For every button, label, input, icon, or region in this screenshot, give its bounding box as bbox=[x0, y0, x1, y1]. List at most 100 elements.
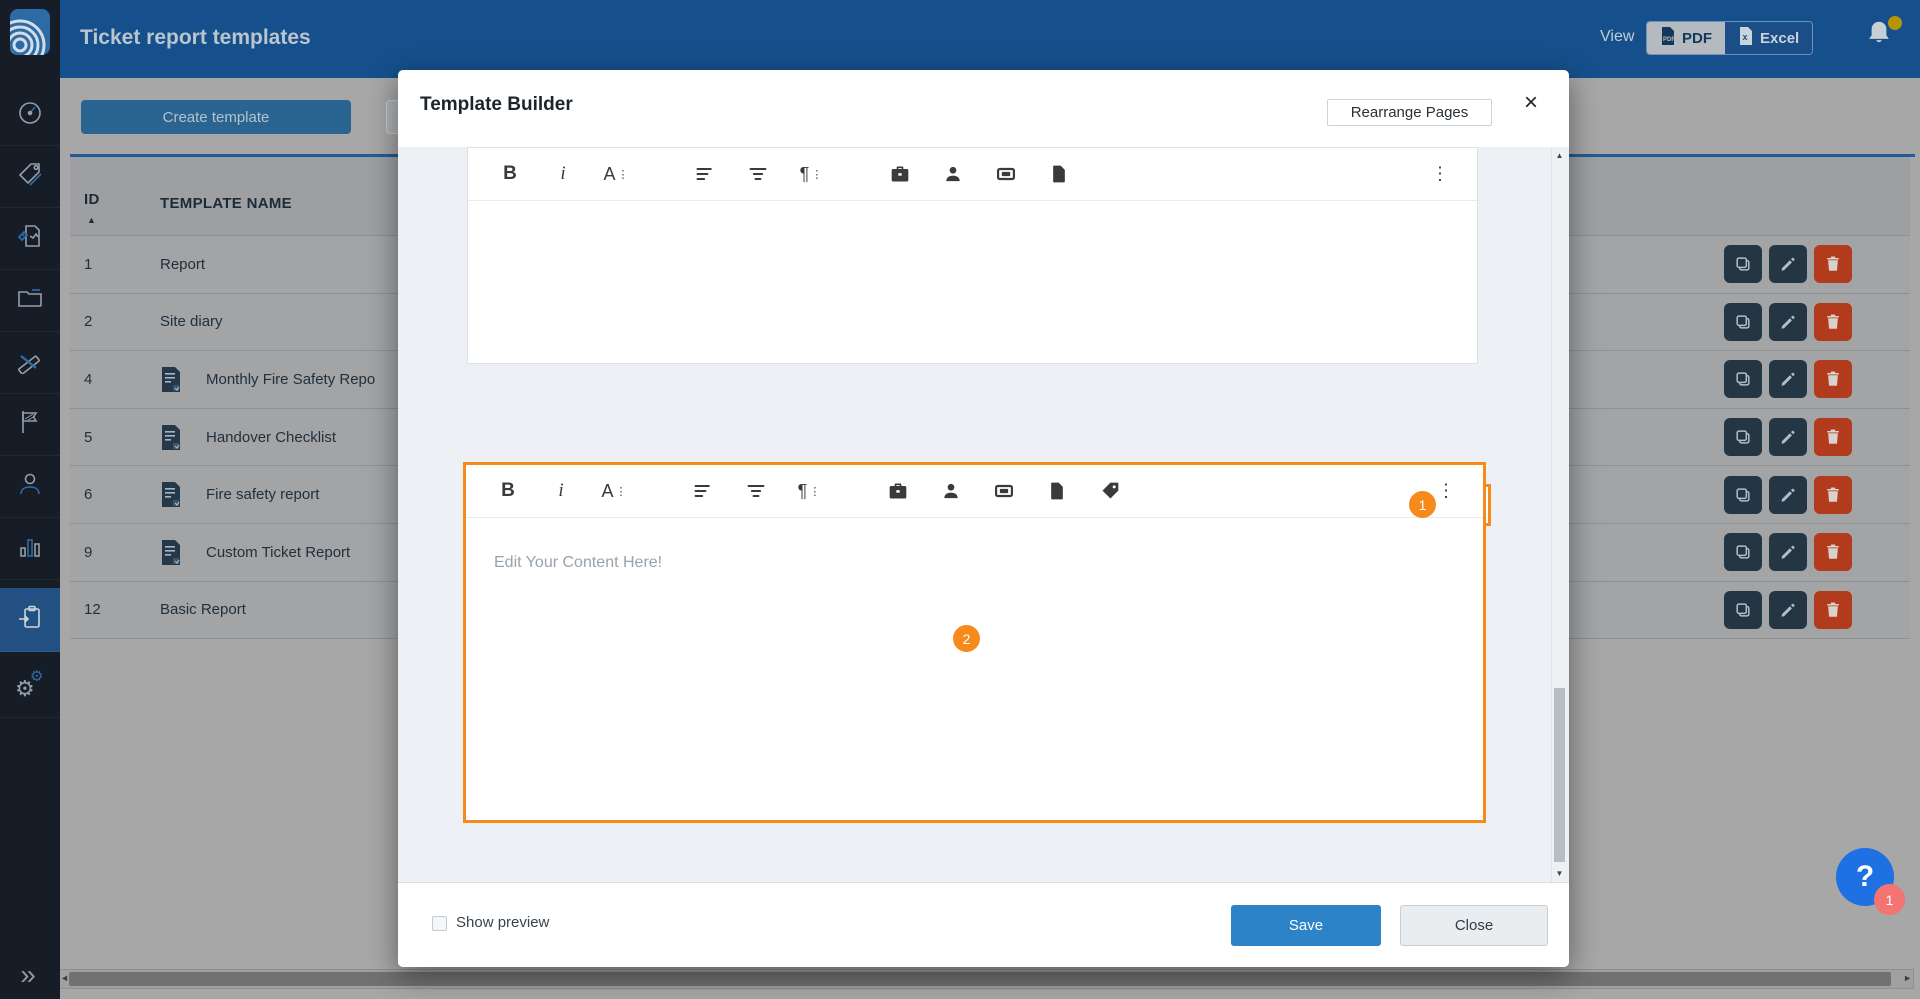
scroll-right-arrow-icon[interactable]: ► bbox=[1903, 973, 1912, 983]
row-template-name: Handover Checklist bbox=[206, 429, 336, 446]
align-left-icon[interactable] bbox=[693, 480, 713, 502]
edit-button[interactable] bbox=[1769, 476, 1807, 514]
row-actions bbox=[1724, 533, 1852, 571]
report-doc-icon bbox=[160, 539, 182, 566]
view-excel-button[interactable]: x Excel bbox=[1725, 22, 1812, 54]
notifications-bell[interactable] bbox=[1864, 18, 1900, 56]
user-field-icon[interactable] bbox=[941, 480, 961, 502]
work-items-icon[interactable] bbox=[890, 163, 910, 185]
edit-button[interactable] bbox=[1769, 245, 1807, 283]
svg-text:x: x bbox=[1743, 32, 1748, 42]
horizontal-scrollbar[interactable]: ◄ ► bbox=[58, 969, 1914, 989]
view-pdf-button[interactable]: PDF PDF bbox=[1647, 22, 1725, 54]
row-template-name: Site diary bbox=[160, 313, 223, 330]
row-id: 4 bbox=[84, 371, 160, 388]
sidebar-item-folders[interactable] bbox=[0, 270, 60, 332]
modal-body: B i A⋮ ¶⋮ ⋮ Edit table of content 1 ▲ bbox=[398, 147, 1569, 882]
app-logo[interactable] bbox=[10, 9, 50, 55]
more-options-icon[interactable]: ⋮ bbox=[1431, 164, 1449, 185]
italic-icon[interactable]: i bbox=[551, 480, 571, 502]
work-items-icon[interactable] bbox=[888, 480, 908, 502]
row-id: 6 bbox=[84, 486, 160, 503]
duplicate-button[interactable] bbox=[1724, 360, 1762, 398]
header-content-editor: B i A⋮ ¶⋮ ⋮ bbox=[467, 147, 1478, 364]
modal-vertical-scrollbar[interactable]: ▲ ▼ bbox=[1551, 147, 1566, 882]
delete-button[interactable] bbox=[1814, 418, 1852, 456]
edit-button[interactable] bbox=[1769, 303, 1807, 341]
page-title: Ticket report templates bbox=[80, 26, 311, 50]
paragraph-format-icon[interactable]: ¶⋮ bbox=[799, 480, 819, 502]
modal-scrollbar-thumb[interactable] bbox=[1554, 688, 1565, 862]
align-left-icon[interactable] bbox=[695, 163, 715, 185]
sidebar-item-report-templates[interactable] bbox=[0, 588, 60, 652]
edit-button[interactable] bbox=[1769, 418, 1807, 456]
scroll-down-arrow-icon[interactable]: ▼ bbox=[1552, 869, 1567, 878]
sidebar-item-audits[interactable] bbox=[0, 208, 60, 270]
delete-button[interactable] bbox=[1814, 533, 1852, 571]
edit-button[interactable] bbox=[1769, 360, 1807, 398]
bold-icon[interactable]: B bbox=[500, 163, 520, 185]
column-header-template-name[interactable]: TEMPLATE NAME bbox=[160, 195, 292, 212]
font-size-icon[interactable]: A⋮ bbox=[604, 480, 624, 502]
document-field-icon[interactable] bbox=[1049, 163, 1069, 185]
sidebar-item-tags[interactable] bbox=[0, 146, 60, 208]
duplicate-button[interactable] bbox=[1724, 533, 1762, 571]
sidebar-item-settings[interactable]: ⚙ ⚙ bbox=[0, 656, 60, 718]
duplicate-button[interactable] bbox=[1724, 591, 1762, 629]
step-1-badge: 1 bbox=[1409, 491, 1436, 518]
delete-button[interactable] bbox=[1814, 245, 1852, 283]
flag-icon bbox=[16, 408, 44, 441]
delete-button[interactable] bbox=[1814, 360, 1852, 398]
scroll-up-arrow-icon[interactable]: ▲ bbox=[1552, 151, 1567, 160]
show-preview-checkbox[interactable] bbox=[432, 916, 447, 931]
close-button[interactable]: Close bbox=[1400, 905, 1548, 946]
gauge-icon bbox=[16, 98, 44, 131]
rearrange-pages-button[interactable]: Rearrange Pages bbox=[1327, 99, 1492, 126]
sidebar: ⚙ ⚙ » bbox=[0, 0, 60, 999]
horizontal-scrollbar-thumb[interactable] bbox=[69, 972, 1891, 986]
user-field-icon[interactable] bbox=[943, 163, 963, 185]
delete-button[interactable] bbox=[1814, 303, 1852, 341]
sidebar-item-analytics[interactable] bbox=[0, 518, 60, 580]
create-template-button[interactable]: Create template bbox=[81, 100, 351, 134]
save-button[interactable]: Save bbox=[1231, 905, 1381, 946]
delete-button[interactable] bbox=[1814, 476, 1852, 514]
row-id: 12 bbox=[84, 601, 160, 618]
duplicate-button[interactable] bbox=[1724, 245, 1762, 283]
duplicate-button[interactable] bbox=[1724, 476, 1762, 514]
edit-button[interactable] bbox=[1769, 533, 1807, 571]
paragraph-format-icon[interactable]: ¶⋮ bbox=[801, 163, 821, 185]
sidebar-item-tools[interactable] bbox=[0, 332, 60, 394]
align-center-icon[interactable] bbox=[748, 163, 768, 185]
bold-icon[interactable]: B bbox=[498, 480, 518, 502]
sidebar-item-flags[interactable] bbox=[0, 394, 60, 456]
italic-icon[interactable]: i bbox=[553, 163, 573, 185]
editor-content-area[interactable] bbox=[468, 201, 1477, 363]
edit-button[interactable] bbox=[1769, 591, 1807, 629]
tag-field-icon[interactable] bbox=[1100, 480, 1120, 502]
sidebar-item-dashboard[interactable] bbox=[0, 84, 60, 146]
sidebar-item-users[interactable] bbox=[0, 456, 60, 518]
editor-content-area[interactable]: Edit Your Content Here! bbox=[466, 518, 1483, 818]
delete-button[interactable] bbox=[1814, 591, 1852, 629]
row-id: 5 bbox=[84, 429, 160, 446]
align-center-icon[interactable] bbox=[746, 480, 766, 502]
row-actions bbox=[1724, 591, 1852, 629]
row-template-name: Custom Ticket Report bbox=[206, 544, 350, 561]
row-id: 9 bbox=[84, 544, 160, 561]
more-options-icon[interactable]: ⋮ bbox=[1437, 481, 1455, 502]
ticket-field-icon[interactable] bbox=[996, 163, 1016, 185]
editor-toolbar: B i A⋮ ¶⋮ ⋮ bbox=[466, 465, 1483, 518]
clipboard-arrow-icon bbox=[16, 603, 44, 636]
duplicate-button[interactable] bbox=[1724, 418, 1762, 456]
modal-close-icon[interactable]: × bbox=[1516, 88, 1546, 118]
scroll-left-arrow-icon[interactable]: ◄ bbox=[60, 973, 69, 983]
column-header-id[interactable]: ID bbox=[84, 191, 100, 208]
ticket-field-icon[interactable] bbox=[994, 480, 1014, 502]
sidebar-collapse-chevrons[interactable]: » bbox=[8, 958, 48, 992]
pdf-file-icon: PDF bbox=[1660, 27, 1676, 49]
document-field-icon[interactable] bbox=[1047, 480, 1067, 502]
duplicate-button[interactable] bbox=[1724, 303, 1762, 341]
row-template-name: Fire safety report bbox=[206, 486, 319, 503]
font-size-icon[interactable]: A⋮ bbox=[606, 163, 626, 185]
